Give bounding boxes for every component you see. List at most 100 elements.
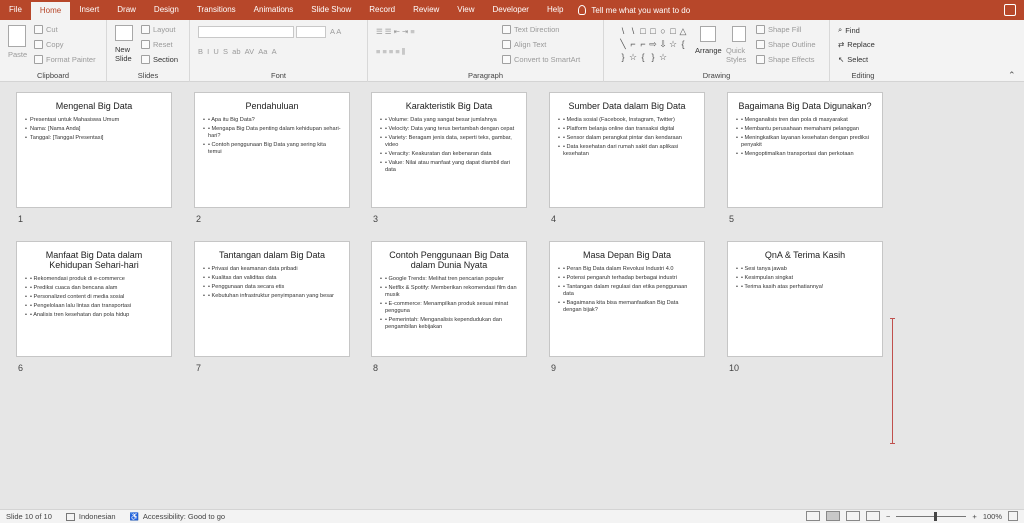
new-slide-button[interactable]: New Slide [115,45,137,63]
zoom-out-button[interactable]: − [886,512,890,521]
slide-thumbnail[interactable]: Tantangan dalam Big Data • Privasi dan ke… [194,241,350,357]
line-icon[interactable]: ╲ [618,38,628,51]
cursor-icon: ↖ [838,55,845,64]
accessibility-indicator[interactable]: ♿ Accessibility: Good to go [130,512,225,521]
slide-bullet: • Pengelolaan lalu lintas dan transporta… [25,303,163,310]
connector-icon[interactable]: ⌐ [638,38,648,51]
font-size-box[interactable] [296,26,326,38]
tab-review[interactable]: Review [404,0,448,20]
slide-thumbnail[interactable]: Mengenal Big Data Presentasi untuk Mahasi… [16,92,172,208]
cut-button[interactable]: Cut [34,25,58,34]
brace-icon[interactable]: { [678,38,688,51]
slide-thumbnail[interactable]: Sumber Data dalam Big Data • Media sosial… [549,92,705,208]
tab-transitions[interactable]: Transitions [188,0,245,20]
list-buttons[interactable]: ☰ ☰ ⇤ ⇥ ≡ [376,27,415,36]
tab-file[interactable]: File [0,0,31,20]
slide-thumbnail[interactable]: Pendahuluan • Apa itu Big Data? • Mengapa … [194,92,350,208]
font-family-box[interactable] [198,26,294,38]
slide-thumbnail[interactable]: Karakteristik Big Data • Volume: Data yan… [371,92,527,208]
zoom-slider-thumb[interactable] [934,511,938,521]
shape-outline-button[interactable]: Shape Outline [756,40,816,49]
star-icon[interactable]: ☆ [628,51,638,64]
slideshow-view-button[interactable] [866,511,881,521]
replace-button[interactable]: ⇄ Replace [838,40,875,49]
section-button[interactable]: Section [141,55,178,64]
reset-button[interactable]: Reset [141,40,173,49]
arrange-button[interactable]: Arrange [695,46,722,55]
font-style-buttons[interactable]: B I U S ab AV Aa A [198,47,277,56]
slide-bullet: • Prediksi cuaca dan bencana alam [25,285,163,292]
star-icon[interactable]: ☆ [658,51,668,64]
triangle-icon[interactable]: △ [678,25,688,38]
shapes-gallery[interactable]: \ \ □ □ ○ □ △ ╲ ⌐ ⌐ ⇨ ⇩ ☆{ } ☆{} ☆ [618,25,688,65]
tab-developer[interactable]: Developer [484,0,538,20]
tab-record[interactable]: Record [360,0,404,20]
align-buttons[interactable]: ≡ ≡ ≡ ≡ ⫼ [376,47,405,57]
shape-fill-button[interactable]: Shape Fill [756,25,801,34]
slide-bullet: Tanggal: [Tanggal Presentasi] [25,135,163,142]
tab-slide-show[interactable]: Slide Show [302,0,360,20]
brace-icon[interactable]: } [618,51,628,64]
line-icon[interactable]: \ [618,25,628,38]
rectangle-icon[interactable]: □ [648,25,658,38]
zoom-level[interactable]: 100% [983,512,1002,521]
align-text-button[interactable]: Align Text [502,40,546,49]
convert-smartart-button[interactable]: Convert to SmartArt [502,55,580,64]
star-icon[interactable]: ☆ [668,38,678,51]
line-icon[interactable]: \ [628,25,638,38]
slide-thumbnail[interactable]: Contoh Penggunaan Big Data dalam Dunia N… [371,241,527,357]
slide-thumbnail[interactable]: Masa Depan Big Data • Peran Big Data dala… [549,241,705,357]
slide-thumbnail[interactable]: Bagaimana Big Data Digunakan? • Menganali… [727,92,883,208]
paste-icon[interactable] [8,25,26,47]
slide-bullet: • Pemerintah: Menganalisis kependudukan … [380,317,518,331]
oval-icon[interactable]: ○ [658,25,668,38]
rectangle-icon[interactable]: □ [668,25,678,38]
slide-bullet-list: • Menganalisis tren dan pola di masyarak… [736,117,874,158]
tab-design[interactable]: Design [145,0,188,20]
zoom-slider[interactable] [896,511,967,521]
format-painter-button[interactable]: Format Painter [34,55,96,64]
tab-draw[interactable]: Draw [108,0,145,20]
tell-me-search[interactable]: Tell me what you want to do [578,5,690,15]
slide-sorter-view-button[interactable] [826,511,841,521]
normal-view-button[interactable] [806,511,821,521]
zoom-in-button[interactable]: + [972,512,976,521]
tab-animations[interactable]: Animations [245,0,303,20]
reading-view-button[interactable] [846,511,861,521]
brace-icon[interactable]: } [648,51,658,64]
slide-bullet: • Analisis tren kesehatan dan pola hidup [25,312,163,319]
brace-icon[interactable]: { [638,51,648,64]
slide-bullet: • Kualitas dan validitas data [203,275,341,282]
arrow-icon[interactable]: ⇩ [658,38,668,51]
paragraph-group: ☰ ☰ ⇤ ⇥ ≡ ≡ ≡ ≡ ≡ ⫼ Text Direction Align… [368,20,604,82]
collapse-ribbon-icon[interactable]: ⌃ [1008,70,1016,81]
slide-thumbnail[interactable]: Manfaat Big Data dalam Kehidupan Sehari-… [16,241,172,357]
slide-bullet: • Data kesehatan dari rumah sakit dan ap… [558,144,696,158]
slide-bullet: • Membantu perusahaan memahami pelanggan [736,126,874,133]
comments-icon[interactable] [1004,4,1016,16]
paste-button[interactable]: Paste [8,50,27,59]
rectangle-icon[interactable]: □ [638,25,648,38]
tab-home[interactable]: Home [30,2,71,20]
fit-slide-button[interactable] [1008,511,1018,521]
tab-help[interactable]: Help [538,0,572,20]
slide-bullet: • Sensor dalam perangkat pintar dan kend… [558,135,696,142]
select-button[interactable]: ↖ Select [838,55,868,64]
slide-title: Contoh Penggunaan Big Data dalam Dunia N… [389,250,509,270]
quick-styles-button[interactable]: Quick Styles [726,46,752,64]
tab-view[interactable]: View [448,0,483,20]
tab-insert[interactable]: Insert [70,0,108,20]
font-size-buttons[interactable]: A A [330,27,341,36]
layout-button[interactable]: Layout [141,25,176,34]
copy-button[interactable]: Copy [34,40,64,49]
connector-icon[interactable]: ⌐ [628,38,638,51]
shape-effects-button[interactable]: Shape Effects [756,55,815,64]
language-indicator[interactable]: Indonesian [65,512,116,521]
slide-bullet: • Potensi pengaruh terhadap berbagai ind… [558,275,696,282]
find-button[interactable]: ⌕ Find [838,25,860,35]
slide-bullet-list: • Rekomendasi produk di e-commerce • Pred… [25,276,163,319]
arrow-icon[interactable]: ⇨ [648,38,658,51]
slide-thumbnail[interactable]: QnA & Terima Kasih • Sesi tanya jawab • Ke… [727,241,883,357]
slide-bullet: • Personalized content di media sosial [25,294,163,301]
text-direction-button[interactable]: Text Direction [502,25,559,34]
